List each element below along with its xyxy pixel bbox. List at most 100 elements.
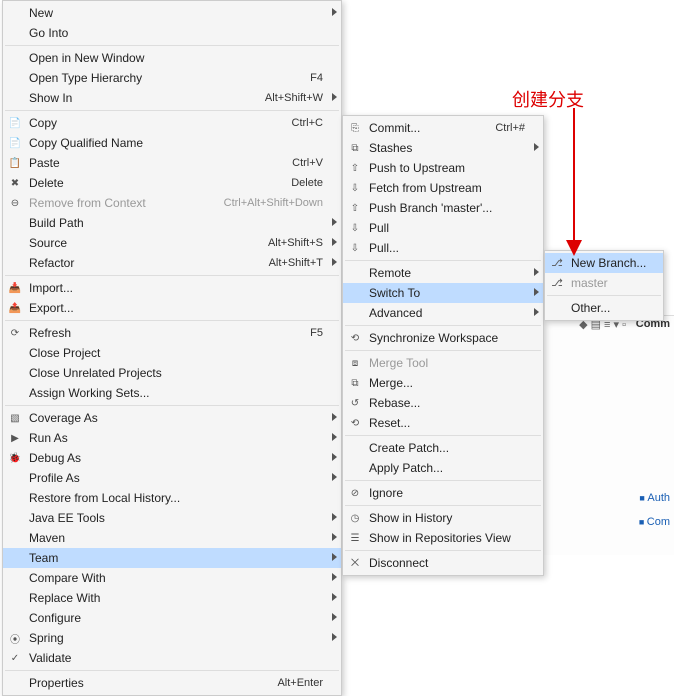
menu-item-label: Source (29, 236, 268, 250)
menu-item-close-unrelated-projects[interactable]: Close Unrelated Projects (3, 363, 341, 383)
menu-item-compare-with[interactable]: Compare With (3, 568, 341, 588)
menu-item-refactor[interactable]: RefactorAlt+Shift+T (3, 253, 341, 273)
menu-item-label: Debug As (29, 451, 337, 465)
menu-item-advanced[interactable]: Advanced (343, 303, 543, 323)
menu-item-new-branch[interactable]: ⎇New Branch... (545, 253, 663, 273)
menu-item-restore-from-local-history[interactable]: Restore from Local History... (3, 488, 341, 508)
menu-item-switch-to[interactable]: Switch To (343, 283, 543, 303)
menu-item-assign-working-sets[interactable]: Assign Working Sets... (3, 383, 341, 403)
menu-item-pull[interactable]: ⇩Pull... (343, 238, 543, 258)
menu-item-merge[interactable]: ⧉Merge... (343, 373, 543, 393)
menu-item-go-into[interactable]: Go Into (3, 23, 341, 43)
author-link[interactable]: Auth (639, 492, 670, 504)
submenu-arrow-icon (332, 258, 337, 266)
menu-separator (345, 325, 541, 326)
menu-item-maven[interactable]: Maven (3, 528, 341, 548)
menu-item-label: Reset... (369, 416, 539, 430)
menu-item-paste[interactable]: 📋PasteCtrl+V (3, 153, 341, 173)
menu-item-reset[interactable]: ⟲Reset... (343, 413, 543, 433)
submenu-arrow-icon (332, 238, 337, 246)
menu-item-label: Paste (29, 156, 292, 170)
menu-item-push-branch-master[interactable]: ⇧Push Branch 'master'... (343, 198, 543, 218)
menu-item-java-ee-tools[interactable]: Java EE Tools (3, 508, 341, 528)
menu-item-replace-with[interactable]: Replace With (3, 588, 341, 608)
copy-icon: 📄 (7, 115, 23, 131)
menu-item-label: master (571, 276, 659, 290)
menu-item-show-in-repositories-view[interactable]: ☰Show in Repositories View (343, 528, 543, 548)
menu-item-create-patch[interactable]: Create Patch... (343, 438, 543, 458)
menu-item-spring[interactable]: ⦿Spring (3, 628, 341, 648)
menu-item-run-as[interactable]: ▶Run As (3, 428, 341, 448)
menu-item-pull[interactable]: ⇩Pull (343, 218, 543, 238)
menu-item-apply-patch[interactable]: Apply Patch... (343, 458, 543, 478)
menu-item-debug-as[interactable]: 🐞Debug As (3, 448, 341, 468)
menu-item-open-in-new-window[interactable]: Open in New Window (3, 48, 341, 68)
blank-icon (7, 675, 23, 691)
submenu-arrow-icon (332, 473, 337, 481)
menu-item-show-in[interactable]: Show InAlt+Shift+W (3, 88, 341, 108)
menu-item-fetch-from-upstream[interactable]: ⇩Fetch from Upstream (343, 178, 543, 198)
blank-icon (7, 235, 23, 251)
menu-item-new[interactable]: New (3, 3, 341, 23)
menu-item-export[interactable]: 📤Export... (3, 298, 341, 318)
blank-icon (549, 300, 565, 316)
menu-item-import[interactable]: 📥Import... (3, 278, 341, 298)
submenu-arrow-icon (534, 308, 539, 316)
blank-icon (347, 440, 363, 456)
menu-item-label: Pull (369, 221, 539, 235)
blank-icon (7, 590, 23, 606)
menu-item-master: ⎇master (545, 273, 663, 293)
menu-item-label: Close Project (29, 346, 337, 360)
menu-item-other[interactable]: Other... (545, 298, 663, 318)
rebase-icon: ↺ (347, 395, 363, 411)
menu-item-synchronize-workspace[interactable]: ⟲Synchronize Workspace (343, 328, 543, 348)
menu-item-label: Copy (29, 116, 292, 130)
show-in-history-icon: ◷ (347, 510, 363, 526)
menu-item-commit[interactable]: ⎘Commit...Ctrl+# (343, 118, 543, 138)
menu-separator (345, 435, 541, 436)
menu-separator (345, 550, 541, 551)
submenu-arrow-icon (332, 533, 337, 541)
menu-item-source[interactable]: SourceAlt+Shift+S (3, 233, 341, 253)
menu-item-team[interactable]: Team (3, 548, 341, 568)
menu-separator (5, 45, 339, 46)
menu-item-show-in-history[interactable]: ◷Show in History (343, 508, 543, 528)
menu-item-label: Run As (29, 431, 337, 445)
submenu-arrow-icon (332, 8, 337, 16)
menu-item-build-path[interactable]: Build Path (3, 213, 341, 233)
blank-icon (7, 490, 23, 506)
menu-item-validate[interactable]: ✓Validate (3, 648, 341, 668)
menu-item-ignore[interactable]: ⊘Ignore (343, 483, 543, 503)
menu-item-remote[interactable]: Remote (343, 263, 543, 283)
submenu-arrow-icon (332, 573, 337, 581)
menu-item-label: Refresh (29, 326, 310, 340)
menu-item-stashes[interactable]: ⧉Stashes (343, 138, 543, 158)
submenu-arrow-icon (332, 218, 337, 226)
menu-item-copy-qualified-name[interactable]: 📄Copy Qualified Name (3, 133, 341, 153)
menu-separator (547, 295, 661, 296)
menu-item-label: Pull... (369, 241, 539, 255)
menu-item-configure[interactable]: Configure (3, 608, 341, 628)
menu-item-label: Stashes (369, 141, 539, 155)
menu-item-copy[interactable]: 📄CopyCtrl+C (3, 113, 341, 133)
menu-item-label: Other... (571, 301, 659, 315)
menu-item-label: Properties (29, 676, 277, 690)
blank-icon (7, 550, 23, 566)
remove-from-context-icon: ⊖ (7, 195, 23, 211)
menu-item-rebase[interactable]: ↺Rebase... (343, 393, 543, 413)
menu-item-shortcut: Delete (291, 177, 337, 189)
menu-item-label: Push Branch 'master'... (369, 201, 539, 215)
committer-link[interactable]: Com (639, 516, 670, 528)
menu-item-refresh[interactable]: ⟳RefreshF5 (3, 323, 341, 343)
menu-item-push-to-upstream[interactable]: ⇧Push to Upstream (343, 158, 543, 178)
validate-icon: ✓ (7, 650, 23, 666)
refresh-icon: ⟳ (7, 325, 23, 341)
menu-item-open-type-hierarchy[interactable]: Open Type HierarchyF4 (3, 68, 341, 88)
menu-item-disconnect[interactable]: ⨉Disconnect (343, 553, 543, 573)
menu-item-delete[interactable]: ✖DeleteDelete (3, 173, 341, 193)
menu-item-close-project[interactable]: Close Project (3, 343, 341, 363)
menu-item-coverage-as[interactable]: ▧Coverage As (3, 408, 341, 428)
menu-item-label: Profile As (29, 471, 337, 485)
menu-item-properties[interactable]: PropertiesAlt+Enter (3, 673, 341, 693)
menu-item-profile-as[interactable]: Profile As (3, 468, 341, 488)
